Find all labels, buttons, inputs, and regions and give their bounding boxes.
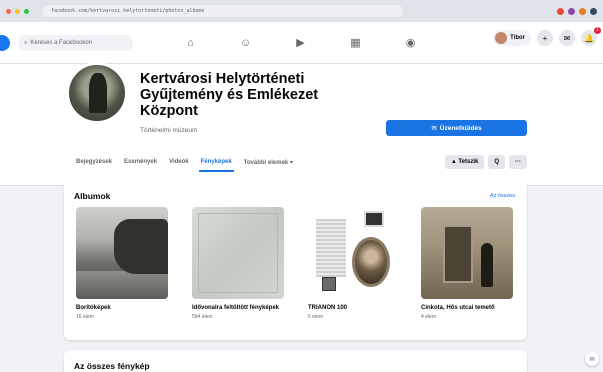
watch-icon[interactable]: ▶ [273, 28, 328, 58]
all-photos-card: Az összes fénykép [64, 350, 527, 372]
document-shape [316, 219, 346, 277]
message-button[interactable]: ✉ Üzenetküldés [386, 120, 527, 136]
album-count: 16 elem [76, 313, 94, 320]
search-placeholder: Keresés a Facebookon [30, 39, 93, 46]
search-input[interactable]: ⌕ Keresés a Facebookon [18, 34, 133, 51]
tab-posts[interactable]: Bejegyzések [70, 154, 118, 174]
small-photo-shape [364, 211, 384, 227]
like-button[interactable]: ▲ Tetszik [444, 155, 485, 169]
album-name[interactable]: Idővonalra feltöltött fényképek [192, 305, 284, 313]
album-name[interactable]: TRIANON 100 [308, 305, 400, 313]
page-title: Kertvárosi Helytörténeti Gyűjtemény és E… [140, 71, 319, 119]
avatar [495, 32, 508, 44]
album-item[interactable]: TRIANON 100 5 elem [308, 207, 400, 320]
maximize-window-icon[interactable] [24, 8, 29, 14]
menu-grid-icon[interactable]: + [537, 30, 553, 46]
more-options-button[interactable]: ··· [509, 155, 527, 169]
messenger-icon[interactable]: ✉ [559, 30, 575, 46]
door-shape [443, 225, 473, 283]
home-icon[interactable]: ⌂ [163, 28, 218, 58]
notifications-icon[interactable]: 🔔 1 [581, 27, 601, 46]
profile-button[interactable]: Tibor [493, 30, 531, 46]
thumbs-up-icon: ▲ [450, 159, 459, 165]
facebook-top-nav: ⌕ Keresés a Facebookon ⌂ ☺ ▶ ▦ ◉ Tibor +… [0, 22, 603, 64]
extension-icon[interactable] [557, 7, 564, 15]
badge-shape [322, 277, 336, 291]
see-all-link[interactable]: Az összes [490, 193, 515, 199]
paper-edge [198, 213, 278, 293]
tab-more[interactable]: További elemek ▾ [238, 154, 299, 174]
road-shape [76, 271, 168, 299]
facebook-logo-icon[interactable] [0, 34, 10, 51]
page-profile-picture[interactable] [66, 62, 128, 124]
extension-icon[interactable] [579, 7, 586, 15]
extension-icon[interactable] [568, 7, 575, 15]
message-button-label: Üzenetküldés [439, 124, 482, 132]
page-tabs: Bejegyzések Események Videók Fényképek T… [70, 154, 299, 174]
friends-icon[interactable]: ☺ [218, 28, 273, 58]
albums-heading: Albumok [74, 191, 111, 201]
album-name[interactable]: Cinkota, Hős utcai temető [421, 305, 513, 313]
album-count: 5 elem [308, 313, 324, 320]
trees-shape [114, 219, 168, 274]
browser-toolbar: facebook.com/kertvarosi.helytorteneti/ph… [0, 0, 603, 22]
search-icon: ⌕ [24, 39, 28, 46]
album-cover-image[interactable] [421, 207, 513, 299]
tab-photos[interactable]: Fényképek [195, 154, 238, 174]
album-item[interactable]: Borítóképek 16 elem [76, 207, 168, 320]
notification-badge: 1 [594, 27, 601, 34]
tab-videos[interactable]: Videók [163, 154, 195, 174]
marketplace-icon[interactable]: ▦ [328, 28, 383, 58]
groups-icon[interactable]: ◉ [383, 28, 438, 58]
search-page-button[interactable]: Q [488, 155, 505, 169]
all-photos-heading: Az összes fénykép [74, 361, 150, 371]
portrait-shape [352, 237, 390, 287]
browser-menu-icon[interactable] [590, 7, 597, 15]
albums-card: Albumok Az összes Borítóképek 16 elem Id… [64, 182, 527, 340]
page-header: Kertvárosi Helytörténeti Gyűjtemény és E… [0, 62, 603, 186]
album-count: 4 elem [421, 313, 437, 320]
album-cover-image[interactable] [192, 207, 284, 299]
album-count: 594 elem [192, 313, 213, 320]
close-window-icon[interactable] [6, 8, 11, 14]
address-bar[interactable]: facebook.com/kertvarosi.helytorteneti/ph… [43, 5, 403, 17]
album-cover-image[interactable] [76, 207, 168, 299]
tab-events[interactable]: Események [118, 154, 163, 174]
expand-icon[interactable]: ✉ [585, 352, 599, 366]
like-button-label: Tetszik [458, 159, 479, 165]
messenger-icon: ✉ [431, 125, 437, 132]
tree-image [89, 73, 107, 113]
minimize-window-icon[interactable] [15, 8, 20, 14]
album-name[interactable]: Borítóképek [76, 305, 168, 313]
profile-name: Tibor [510, 35, 525, 41]
album-item[interactable]: Idővonalra feltöltött fényképek 594 elem [192, 207, 284, 320]
page-category[interactable]: Történelmi múzeum [140, 127, 197, 134]
album-cover-image[interactable] [308, 207, 400, 299]
album-item[interactable]: Cinkota, Hős utcai temető 4 elem [421, 207, 513, 320]
figure-shape [481, 243, 493, 287]
